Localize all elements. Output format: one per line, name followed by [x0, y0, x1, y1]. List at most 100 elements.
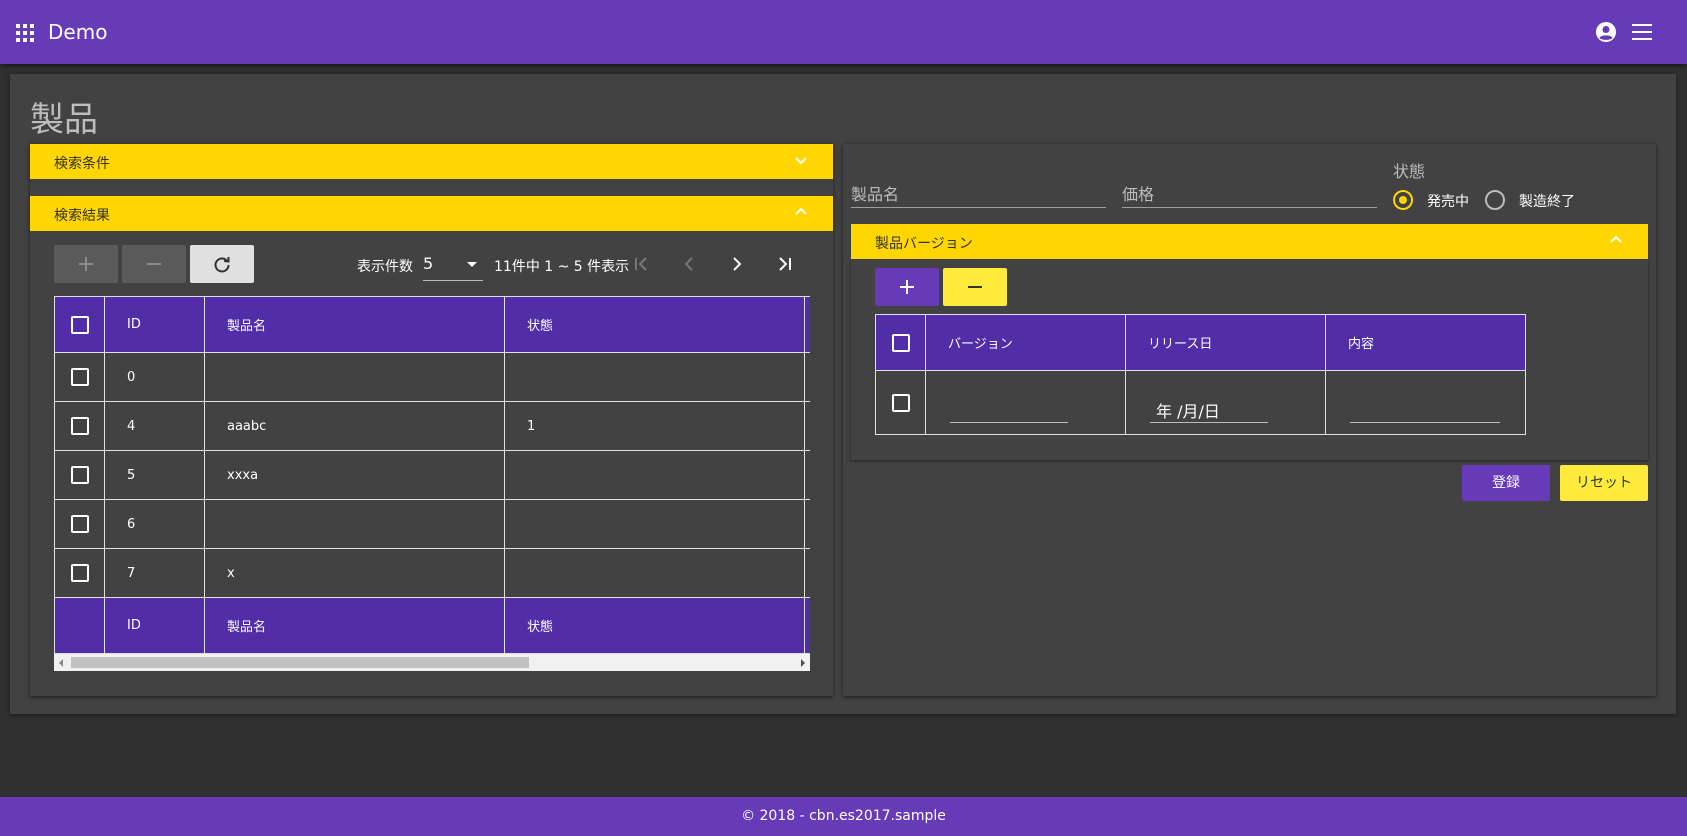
cell-id: 7 [104, 548, 205, 598]
row-checkbox[interactable] [70, 564, 89, 582]
column-header-content[interactable]: 内容 [1325, 314, 1526, 371]
footer-blank-cell [54, 597, 105, 654]
register-button[interactable]: 登録 [1462, 465, 1550, 501]
scrollbar-thumb[interactable] [71, 657, 529, 668]
column-header-release-date[interactable]: リリース日 [1125, 314, 1326, 371]
row-select-cell [54, 352, 105, 402]
search-results-label: 検索結果 [54, 208, 110, 224]
release-date-input[interactable]: 年 /月/日 [1150, 396, 1268, 423]
table-row[interactable]: 4 aaabc 1 [54, 401, 810, 451]
content-input[interactable] [1350, 396, 1500, 423]
chevron-up-icon [795, 207, 807, 215]
row-select-cell [54, 450, 105, 500]
status-option-on-sale-label[interactable]: 発売中 [1427, 191, 1469, 211]
cell-status [504, 548, 805, 598]
account-icon[interactable] [1595, 21, 1617, 43]
row-checkbox[interactable] [70, 417, 89, 435]
apps-icon[interactable] [16, 24, 34, 42]
results-table: ID 製品名 状態 0 4 aaabc 1 5 xxxa 6 7 x ID 製品… [54, 296, 810, 654]
page-size-select[interactable]: 5 [423, 250, 483, 281]
row-checkbox[interactable] [70, 515, 89, 533]
status-radio-discontinued[interactable] [1485, 190, 1505, 210]
scroll-left-icon[interactable] [59, 659, 63, 667]
select-all-checkbox[interactable] [70, 315, 89, 334]
price-placeholder: 価格 [1122, 185, 1155, 204]
footer-header-id: ID [104, 597, 205, 654]
last-page-icon[interactable] [776, 255, 794, 273]
menu-icon[interactable] [1632, 24, 1652, 40]
status-radio-on-sale[interactable] [1393, 190, 1413, 210]
refresh-icon [214, 257, 230, 273]
cell-status [504, 450, 805, 500]
minus-icon [968, 286, 982, 288]
chevron-up-icon [1610, 235, 1622, 243]
page-footer: © 2018 - cbn.es2017.sample [0, 797, 1687, 836]
status-label: 状態 [1393, 162, 1426, 181]
add-button[interactable] [54, 245, 118, 283]
release-date-placeholder: 年 /月/日 [1156, 402, 1220, 421]
prev-page-icon[interactable] [680, 255, 698, 273]
table-row[interactable]: 7 x [54, 548, 810, 598]
cell-id: 5 [104, 450, 205, 500]
app-toolbar: Demo [0, 0, 1687, 64]
row-checkbox[interactable] [70, 368, 89, 386]
cell-id: 6 [104, 499, 205, 549]
versions-select-all-checkbox[interactable] [891, 333, 910, 352]
search-conditions-label: 検索条件 [54, 156, 110, 172]
cell-extra [804, 548, 810, 598]
column-header-name[interactable]: 製品名 [204, 296, 505, 353]
footer-header-name: 製品名 [204, 597, 505, 654]
page-size-label: 表示件数 [357, 259, 413, 275]
plus-icon [900, 280, 914, 294]
search-conditions-header[interactable]: 検索条件 [30, 144, 833, 179]
first-page-icon[interactable] [632, 255, 650, 273]
remove-version-button[interactable] [943, 268, 1007, 306]
column-header-version[interactable]: バージョン [925, 314, 1126, 371]
table-row[interactable]: 0 [54, 352, 810, 402]
versions-header[interactable]: 製品バージョン [851, 224, 1648, 259]
cell-name: aaabc [204, 401, 505, 451]
row-select-cell [54, 499, 105, 549]
cell-extra [804, 450, 810, 500]
table-row[interactable]: 5 xxxa [54, 450, 810, 500]
remove-button[interactable] [122, 245, 186, 283]
column-header-id[interactable]: ID [104, 296, 205, 353]
row-checkbox[interactable] [70, 466, 89, 484]
search-results-header[interactable]: 検索結果 [30, 196, 833, 231]
next-page-icon[interactable] [728, 255, 746, 273]
cell-name [204, 499, 505, 549]
product-name-placeholder: 製品名 [851, 185, 900, 204]
column-header-status[interactable]: 状態 [504, 296, 805, 353]
price-field[interactable]: 価格 [1122, 177, 1377, 208]
version-input[interactable] [950, 396, 1068, 423]
cell-extra [804, 352, 810, 402]
cell-name: xxxa [204, 450, 505, 500]
row-select-cell [54, 548, 105, 598]
scroll-right-icon[interactable] [801, 659, 805, 667]
app-title: Demo [48, 20, 108, 44]
plus-icon [79, 257, 93, 271]
cell-status [504, 352, 805, 402]
cell-status: 1 [504, 401, 805, 451]
cell-extra [804, 499, 810, 549]
select-all-cell [54, 296, 105, 353]
add-version-button[interactable] [875, 268, 939, 306]
dropdown-caret-icon [467, 262, 477, 267]
cell-status [504, 499, 805, 549]
status-option-discontinued-label[interactable]: 製造終了 [1519, 191, 1575, 211]
refresh-button[interactable] [190, 245, 254, 283]
cell-name [204, 352, 505, 402]
results-table-wrapper: ID 製品名 状態 0 4 aaabc 1 5 xxxa 6 7 x ID 製品… [54, 296, 810, 654]
versions-header-row: バージョン リリース日 内容 [875, 314, 1526, 371]
versions-row-select-cell [875, 370, 926, 435]
footer-header-status: 状態 [504, 597, 805, 654]
versions-row-checkbox[interactable] [891, 393, 910, 412]
table-row[interactable]: 6 [54, 499, 810, 549]
horizontal-scrollbar[interactable] [54, 654, 810, 671]
table-header-row: ID 製品名 状態 [54, 296, 810, 353]
row-select-cell [54, 401, 105, 451]
cell-name: x [204, 548, 505, 598]
product-name-field[interactable]: 製品名 [851, 177, 1106, 208]
reset-button[interactable]: リセット [1560, 465, 1648, 501]
footer-header-extra [804, 597, 810, 654]
